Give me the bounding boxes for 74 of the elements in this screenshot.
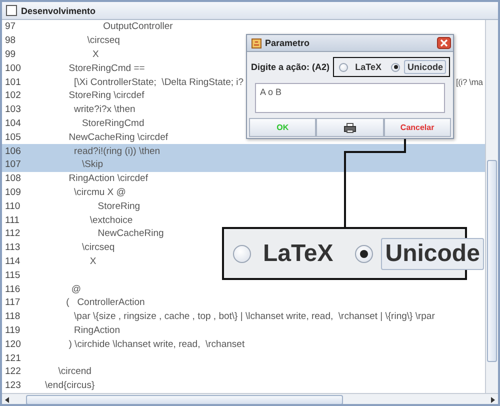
code-text: X	[88, 256, 96, 267]
code-text: StoreRingCmd	[80, 118, 144, 129]
dialog-title: Parametro	[265, 38, 311, 48]
radio-button[interactable]	[339, 62, 348, 72]
code-text: \Skip	[80, 159, 104, 170]
radio-button[interactable]	[391, 62, 400, 72]
prompt-label: Digite a ação: (A2)	[251, 62, 330, 72]
code-text: [\Xi ControllerState; \Delta RingState; i?	[73, 76, 244, 88]
radio-label[interactable]: LaTeX	[259, 238, 338, 270]
code-text: X	[92, 48, 99, 60]
line-number: 97	[4, 21, 17, 32]
line-number: 106	[4, 146, 22, 157]
radio-button[interactable]	[233, 244, 251, 262]
radio-label[interactable]: LaTeX	[352, 60, 384, 74]
code-text: ( ControllerAction	[65, 297, 145, 308]
window-icon	[6, 5, 17, 16]
horizontal-scrollbar[interactable]	[2, 393, 498, 404]
line-number: 116	[4, 284, 22, 295]
line-number: 112	[4, 228, 22, 240]
code-text: \end{circus}	[45, 380, 95, 392]
line-number: 109	[4, 186, 22, 198]
line-number: 113	[4, 242, 22, 254]
line-number: 103	[4, 104, 22, 116]
code-text: OutputController	[102, 21, 173, 32]
code-text: \extchoice	[88, 214, 133, 226]
line-number: 104	[4, 118, 22, 129]
line-number: 99	[4, 48, 17, 60]
line-number: 105	[4, 132, 22, 143]
code-text: RingAction \circdef	[68, 173, 148, 184]
line-number: 107	[4, 159, 22, 170]
scroll-thumb[interactable]	[487, 160, 497, 362]
line-number: 111	[4, 214, 20, 226]
line-number: 120	[4, 338, 22, 350]
line-number: 102	[4, 90, 22, 102]
code-text: StoreRing \circdef	[68, 90, 144, 102]
code-text: \circseq	[80, 242, 115, 254]
printer-icon	[344, 122, 356, 132]
scroll-thumb[interactable]	[26, 395, 343, 404]
code-text: @	[70, 284, 82, 295]
line-number: 101	[4, 76, 22, 88]
radio-label[interactable]: Unicode	[381, 238, 484, 270]
line-number: 123	[4, 380, 22, 392]
print-button[interactable]	[316, 118, 384, 137]
line-number: 115	[4, 270, 22, 281]
line-number: 110	[4, 200, 22, 212]
code-text: NewCacheRing \circdef	[68, 132, 168, 143]
code-text: \circmu X @	[73, 186, 126, 198]
code-text: [(i? \ma	[456, 77, 483, 88]
code-text: read?i!(ring (i)) \then	[73, 146, 160, 157]
line-number: 98	[4, 35, 17, 46]
code-text: RingAction	[73, 324, 120, 336]
line-number: 122	[4, 366, 22, 378]
vertical-scrollbar[interactable]	[485, 20, 498, 393]
code-text: \circseq	[86, 35, 120, 46]
line-number: 117	[4, 297, 22, 308]
code-text: \par \{size , ringsize , cache , top , bot\} | \lchanset write, read, \rchanset | \{ring\} \rpar	[73, 311, 435, 322]
code-text: \circend	[57, 366, 92, 378]
line-number: 108	[4, 173, 22, 184]
close-icon[interactable]	[437, 37, 451, 49]
radio-button[interactable]	[355, 244, 374, 262]
cancel-button[interactable]: Cancelar	[384, 118, 451, 137]
input-field[interactable]: A o B	[255, 83, 445, 113]
line-number: 121	[4, 352, 22, 364]
line-number: 114	[4, 256, 22, 267]
code-text: write?i?x \then	[73, 104, 136, 116]
code-text: ) \circhide \lchanset write, read, \rchanset	[68, 338, 245, 350]
line-number: 118	[4, 311, 22, 322]
line-number: 119	[4, 324, 22, 336]
window-title: Desenvolvimento	[21, 6, 96, 16]
code-text: StoreRing	[96, 200, 140, 212]
code-text: StoreRingCmd ==	[68, 62, 145, 74]
radio-label[interactable]: Unicode	[404, 60, 446, 74]
line-number: 100	[4, 62, 22, 74]
code-text: NewCacheRing	[96, 228, 164, 240]
